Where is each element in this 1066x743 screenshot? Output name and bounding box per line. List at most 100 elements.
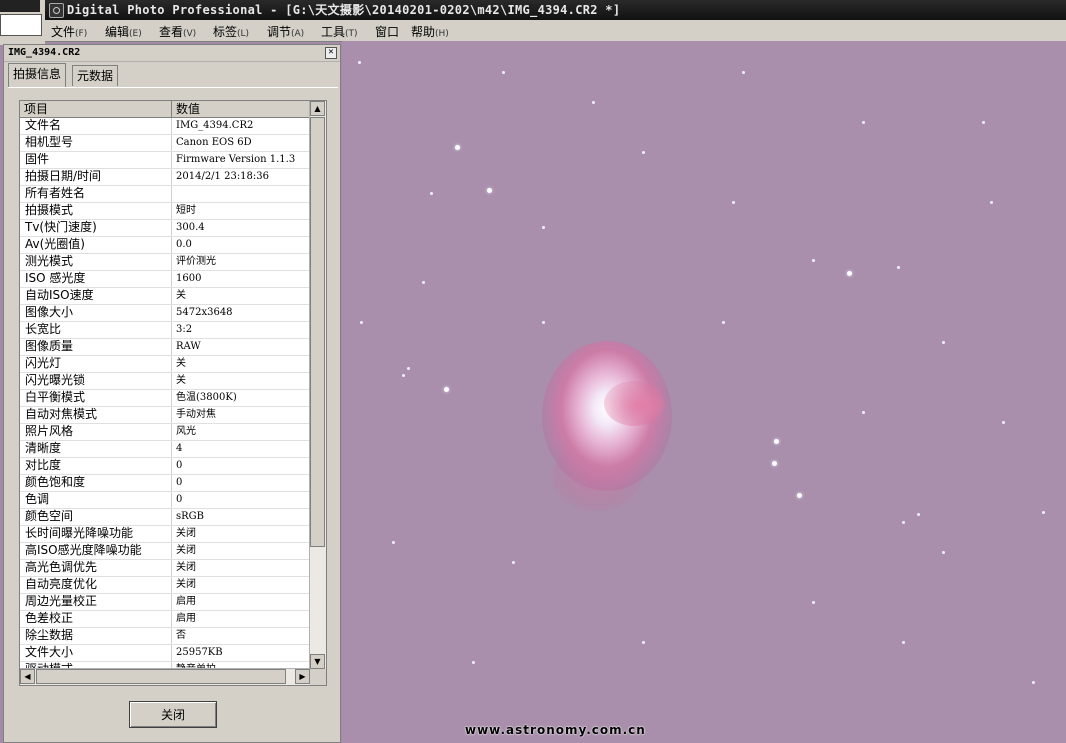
vertical-scroll-thumb[interactable] bbox=[310, 117, 325, 547]
table-row[interactable]: 除尘数据否 bbox=[20, 628, 310, 645]
table-row[interactable]: Av(光圈值) 0.0 bbox=[20, 237, 310, 254]
star bbox=[502, 71, 505, 74]
row-item-label: 拍摄模式 bbox=[20, 203, 172, 219]
table-row[interactable]: 闪光曝光锁关 bbox=[20, 373, 310, 390]
scroll-left-arrow-icon[interactable]: ◀ bbox=[20, 669, 35, 684]
horizontal-scrollbar[interactable]: ◀ ▶ bbox=[20, 668, 310, 685]
table-row[interactable]: 自动亮度优化 关闭 bbox=[20, 577, 310, 594]
row-item-label: 固件 bbox=[20, 152, 172, 168]
menu-bar: 文件(F) 编辑(E) 查看(V) 标签(L) 调节(A) 工具(T) 窗口 帮助(H) bbox=[45, 20, 1066, 42]
row-item-label: 对比度 bbox=[20, 458, 172, 474]
row-item-label: 颜色空间 bbox=[20, 509, 172, 525]
horizontal-scroll-thumb[interactable] bbox=[36, 669, 286, 684]
table-row[interactable]: 固件 Firmware Version 1.1.3 bbox=[20, 152, 310, 169]
menu-item[interactable]: 文件(F) bbox=[51, 23, 87, 40]
menu-item-label: 帮助 bbox=[411, 25, 436, 39]
table-row[interactable]: 长宽比 3:2 bbox=[20, 322, 310, 339]
scroll-up-arrow-icon[interactable]: ▲ bbox=[310, 101, 325, 116]
table-row[interactable]: 自动ISO速度关 bbox=[20, 288, 310, 305]
table-row[interactable]: 文件名 IMG_4394.CR2 bbox=[20, 118, 310, 135]
star bbox=[392, 541, 395, 544]
row-item-value: 关闭 bbox=[172, 560, 310, 576]
menu-item[interactable]: 标签(L) bbox=[213, 23, 249, 40]
window-titlebar[interactable]: Digital Photo Professional - [G:\天文摄影\20… bbox=[45, 0, 1066, 20]
info-table[interactable]: 项目 数值 文件名 IMG_4394.CR2 相机型号 Canon EOS 6D 固件 F… bbox=[19, 100, 327, 686]
close-button[interactable]: 关闭 bbox=[129, 701, 217, 728]
row-item-label: 相机型号 bbox=[20, 135, 172, 151]
star bbox=[444, 387, 449, 392]
table-row[interactable]: 文件大小 25957KB bbox=[20, 645, 310, 662]
tab-shooting-info[interactable]: 拍摄信息 bbox=[8, 63, 67, 87]
row-item-label: 高ISO感光度降噪功能 bbox=[20, 543, 172, 559]
table-row[interactable]: Tv(快门速度) 300.4 bbox=[20, 220, 310, 237]
row-item-value: 2014/2/1 23:18:36 bbox=[172, 169, 310, 185]
star bbox=[642, 641, 645, 644]
column-header-value[interactable]: 数值 bbox=[172, 101, 310, 117]
row-item-label: 高光色调优先 bbox=[20, 560, 172, 576]
camera-app-icon[interactable] bbox=[49, 3, 64, 18]
table-row[interactable]: 拍摄模式 短时 bbox=[20, 203, 310, 220]
row-item-value: Canon EOS 6D bbox=[172, 135, 310, 151]
row-item-value: 0 bbox=[172, 458, 310, 474]
table-row[interactable]: 所有者姓名 bbox=[20, 186, 310, 203]
panel-close-icon[interactable]: ✕ bbox=[325, 47, 337, 59]
row-item-value: 1600 bbox=[172, 271, 310, 287]
menu-item-label: 编辑 bbox=[105, 25, 130, 39]
table-row[interactable]: 周边光量校正 启用 bbox=[20, 594, 310, 611]
table-row[interactable]: 图像大小 5472x3648 bbox=[20, 305, 310, 322]
row-item-label: 白平衡模式 bbox=[20, 390, 172, 406]
row-item-value: 关 bbox=[172, 288, 310, 304]
star bbox=[407, 367, 410, 370]
panel-title: IMG_4394.CR2 bbox=[8, 47, 81, 58]
row-item-value: 0 bbox=[172, 492, 310, 508]
row-item-label: 自动ISO速度 bbox=[20, 288, 172, 304]
table-row[interactable]: 清晰度 4 bbox=[20, 441, 310, 458]
table-row[interactable]: ISO 感光度 1600 bbox=[20, 271, 310, 288]
column-header-item[interactable]: 项目 bbox=[20, 101, 172, 117]
table-row[interactable]: 测光模式 评价测光 bbox=[20, 254, 310, 271]
table-row[interactable]: 色调 0 bbox=[20, 492, 310, 509]
row-item-value: 300.4 bbox=[172, 220, 310, 236]
table-row[interactable]: 相机型号 Canon EOS 6D bbox=[20, 135, 310, 152]
menu-item-label: 文件 bbox=[51, 25, 76, 39]
row-item-label: 色差校正 bbox=[20, 611, 172, 627]
row-item-value: 0 bbox=[172, 475, 310, 491]
table-row[interactable]: 颜色空间 sRGB bbox=[20, 509, 310, 526]
table-row[interactable]: 长时间曝光降噪功能 关闭 bbox=[20, 526, 310, 543]
menu-item-label: 标签 bbox=[213, 25, 238, 39]
scroll-down-arrow-icon[interactable]: ▼ bbox=[310, 654, 325, 669]
menu-item[interactable]: 调节(A) bbox=[267, 23, 304, 40]
tab-metadata[interactable]: 元数据 bbox=[72, 65, 119, 86]
table-row[interactable]: 拍摄日期/时间 2014/2/1 23:18:36 bbox=[20, 169, 310, 186]
menu-item[interactable]: 编辑(E) bbox=[105, 23, 142, 40]
menu-item[interactable]: 帮助(H) bbox=[411, 23, 449, 40]
row-item-label: 照片风格 bbox=[20, 424, 172, 440]
row-item-value: 风光 bbox=[172, 424, 310, 440]
vertical-scrollbar[interactable]: ▲ ▼ bbox=[309, 101, 326, 669]
menu-item[interactable]: 工具(T) bbox=[321, 23, 358, 40]
shooting-info-panel: IMG_4394.CR2 ✕ 拍摄信息 元数据 项目 数值 文件名 IMG_439… bbox=[3, 44, 341, 743]
menu-item[interactable]: 查看(V) bbox=[159, 23, 196, 40]
table-row[interactable]: 高光色调优先 关闭 bbox=[20, 560, 310, 577]
table-row[interactable]: 对比度 0 bbox=[20, 458, 310, 475]
star bbox=[455, 145, 460, 150]
table-row[interactable]: 高ISO感光度降噪功能 关闭 bbox=[20, 543, 310, 560]
table-row[interactable]: 闪光灯关 bbox=[20, 356, 310, 373]
table-row[interactable]: 色差校正 启用 bbox=[20, 611, 310, 628]
table-row[interactable]: 颜色饱和度 0 bbox=[20, 475, 310, 492]
table-row[interactable]: 白平衡模式 色温(3800K) bbox=[20, 390, 310, 407]
image-view[interactable]: www.astronomy.com.cn bbox=[342, 41, 1066, 743]
row-item-label: 自动亮度优化 bbox=[20, 577, 172, 593]
row-item-value bbox=[172, 186, 310, 202]
star bbox=[917, 513, 920, 516]
star bbox=[812, 601, 815, 604]
row-item-label: 图像大小 bbox=[20, 305, 172, 321]
panel-titlebar[interactable]: IMG_4394.CR2 ✕ bbox=[4, 45, 340, 62]
table-row[interactable]: 照片风格 风光 bbox=[20, 424, 310, 441]
table-row[interactable]: 自动对焦模式 手动对焦 bbox=[20, 407, 310, 424]
row-item-value: 关 bbox=[172, 356, 310, 372]
row-item-label: 测光模式 bbox=[20, 254, 172, 270]
table-row[interactable]: 图像质量 RAW bbox=[20, 339, 310, 356]
menu-item[interactable]: 窗口 bbox=[375, 23, 399, 40]
scroll-right-arrow-icon[interactable]: ▶ bbox=[295, 669, 310, 684]
